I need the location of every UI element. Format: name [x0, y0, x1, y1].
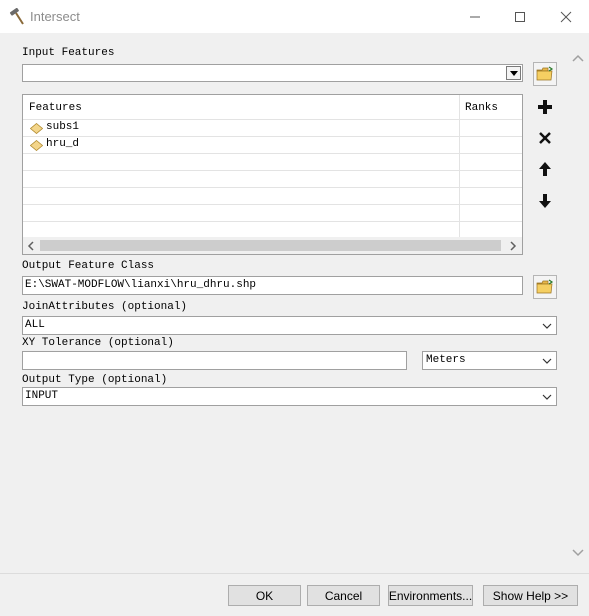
remove-button[interactable] — [533, 126, 557, 150]
input-features-label: Input Features — [22, 47, 115, 59]
xy-tolerance-unit-select[interactable]: Meters — [422, 351, 557, 370]
window-title: Intersect — [30, 9, 80, 24]
open-folder-icon — [536, 279, 554, 294]
scroll-up-icon[interactable] — [572, 51, 584, 65]
table-row[interactable]: subs1 — [23, 119, 522, 137]
features-grid: Features Ranks subs1 hru_d — [22, 94, 523, 255]
xy-tolerance-unit: Meters — [426, 354, 466, 366]
add-icon — [538, 100, 552, 114]
chevron-down-icon — [509, 70, 518, 76]
scroll-down-icon[interactable] — [572, 546, 584, 560]
empty-row — [23, 221, 522, 239]
minimize-icon — [470, 16, 480, 17]
vertical-scrollbar[interactable] — [566, 33, 589, 573]
grid-header: Features Ranks — [23, 95, 522, 119]
dialog-footer: OK Cancel Environments... Show Help >> — [0, 573, 589, 616]
output-feature-class-browse-button[interactable] — [533, 275, 557, 299]
scroll-thumb[interactable] — [40, 240, 501, 251]
output-type-select[interactable]: INPUT — [22, 387, 557, 406]
maximize-icon — [515, 11, 525, 22]
input-features-dropdown-button[interactable] — [506, 66, 521, 80]
empty-row — [23, 187, 522, 205]
output-type-value: INPUT — [25, 390, 59, 402]
polygon-layer-icon — [30, 140, 43, 151]
hammer-icon — [8, 7, 26, 26]
cancel-button[interactable]: Cancel — [307, 585, 380, 606]
maximize-button[interactable] — [497, 0, 543, 33]
scroll-left-icon[interactable] — [27, 240, 35, 254]
output-feature-class-value: E:\SWAT-MODFLOW\lianxi\hru_dhru.shp — [25, 279, 257, 291]
title-bar: Intersect — [0, 0, 589, 33]
move-up-icon — [539, 162, 551, 176]
join-attributes-label: JoinAttributes (optional) — [22, 301, 188, 313]
horizontal-scrollbar[interactable] — [23, 237, 522, 254]
input-features-combobox[interactable] — [22, 64, 523, 82]
column-header-ranks[interactable]: Ranks — [465, 102, 498, 114]
output-feature-class-field[interactable]: E:\SWAT-MODFLOW\lianxi\hru_dhru.shp — [22, 276, 523, 295]
add-button[interactable] — [533, 95, 557, 119]
table-row[interactable]: hru_d — [23, 136, 522, 154]
empty-row — [23, 153, 522, 171]
open-folder-icon — [536, 66, 554, 81]
row-feature-name: hru_d — [46, 138, 80, 150]
polygon-layer-icon — [30, 123, 43, 134]
join-attributes-value: ALL — [25, 319, 45, 331]
show-help-button[interactable]: Show Help >> — [483, 585, 578, 606]
output-type-label: Output Type (optional) — [22, 374, 168, 386]
move-down-icon — [539, 194, 551, 208]
xy-tolerance-label: XY Tolerance (optional) — [22, 337, 174, 349]
xy-tolerance-input[interactable] — [22, 351, 407, 370]
chevron-down-icon — [538, 317, 556, 334]
column-header-features[interactable]: Features — [29, 102, 82, 114]
input-features-browse-button[interactable] — [533, 62, 557, 86]
close-button[interactable] — [543, 0, 589, 33]
output-feature-class-label: Output Feature Class — [22, 260, 155, 272]
column-divider — [459, 137, 460, 154]
join-attributes-select[interactable]: ALL — [22, 316, 557, 335]
dialog-client: Input Features Features Ranks subs1 hru_… — [0, 33, 589, 616]
ok-button[interactable]: OK — [228, 585, 301, 606]
column-divider — [459, 95, 460, 119]
move-down-button[interactable] — [533, 189, 557, 213]
chevron-down-icon — [538, 388, 556, 405]
move-up-button[interactable] — [533, 157, 557, 181]
environments-button[interactable]: Environments... — [388, 585, 473, 606]
empty-row — [23, 170, 522, 188]
scroll-right-icon[interactable] — [509, 240, 517, 254]
row-feature-name: subs1 — [46, 121, 80, 133]
minimize-button[interactable] — [452, 0, 498, 33]
close-icon — [560, 11, 572, 22]
empty-row — [23, 204, 522, 222]
parameters-panel: Input Features Features Ranks subs1 hru_… — [0, 33, 566, 573]
chevron-down-icon — [538, 352, 556, 369]
remove-icon — [539, 132, 551, 144]
column-divider — [459, 120, 460, 137]
